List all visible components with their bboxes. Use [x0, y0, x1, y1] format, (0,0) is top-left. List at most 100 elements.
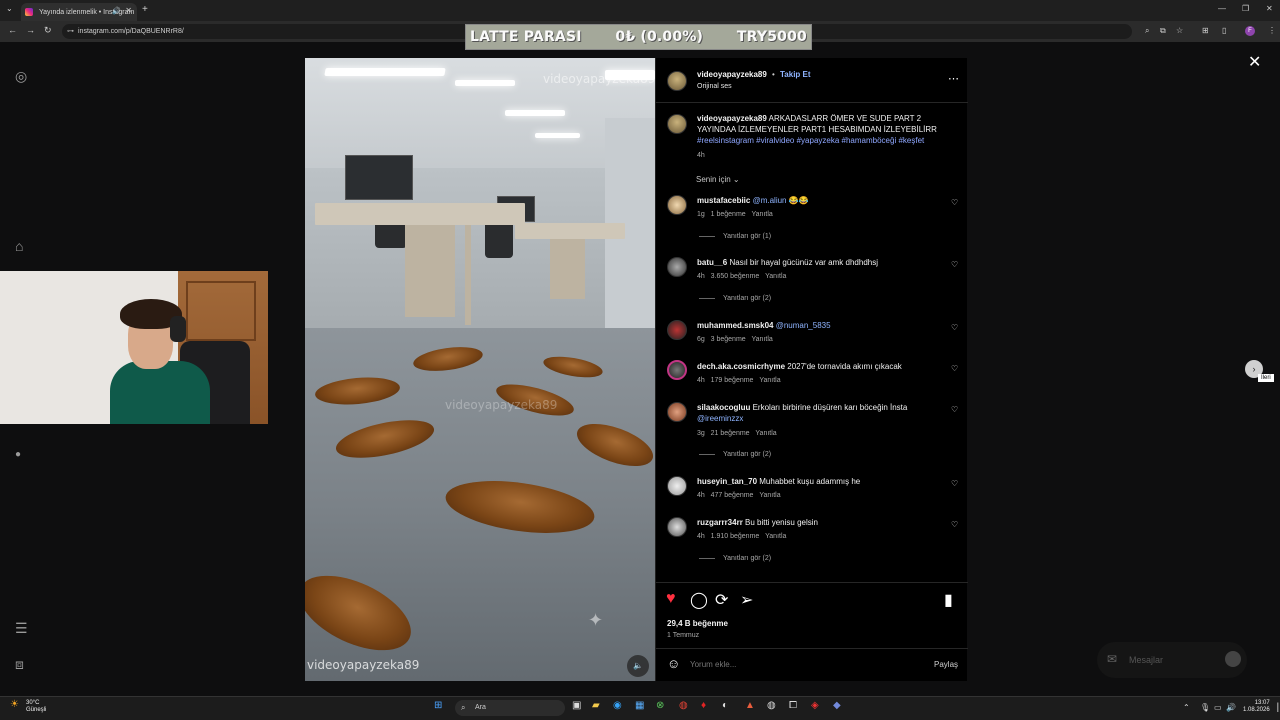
new-tab-button[interactable]: +	[142, 4, 148, 15]
comment-likes[interactable]: 3.650 beğenme	[711, 273, 760, 280]
close-post-icon[interactable]: ✕	[1248, 52, 1261, 72]
back-icon[interactable]: ←	[8, 25, 17, 35]
messages-widget[interactable]: ✉ Mesajlar	[1097, 642, 1247, 678]
notifications-icon[interactable]: ▕	[1272, 703, 1278, 712]
tab-list-icon[interactable]: ⌄	[6, 4, 13, 13]
home-icon[interactable]: ⌂	[15, 238, 23, 254]
save-bookmark-icon[interactable]: ▮	[944, 590, 953, 610]
view-replies-button[interactable]: Yanıtları gör (2)	[699, 451, 771, 458]
comment-like-icon[interactable]: ♡	[951, 520, 958, 529]
emoji-icon[interactable]: ☺	[667, 656, 680, 671]
comment-like-icon[interactable]: ♡	[951, 323, 958, 332]
task-view-icon[interactable]: ▣	[572, 700, 581, 711]
browser-tab[interactable]: Yayında izlenmelik • Instagram 🔊 ✕	[21, 3, 137, 21]
like-heart-icon[interactable]: ♥	[666, 590, 676, 608]
comment-mention[interactable]: @m.aliun	[753, 196, 787, 205]
xbox-icon[interactable]: ⊗	[656, 700, 664, 711]
audio-icon[interactable]: 🔊	[112, 7, 121, 15]
caption-avatar[interactable]	[667, 114, 687, 134]
tray-chevron-icon[interactable]: ⌃	[1183, 703, 1190, 712]
reel-video[interactable]: videoyapayzeka89 videoyapayzeka89 videoy…	[305, 58, 655, 681]
comment-like-icon[interactable]: ♡	[951, 364, 958, 373]
profile-avatar[interactable]: F	[1245, 26, 1255, 36]
capture-icon[interactable]: ⧠	[789, 700, 797, 711]
weather-widget[interactable]: 30°C Güneşli	[26, 700, 46, 714]
comment-like-icon[interactable]: ♡	[951, 479, 958, 488]
view-replies-button[interactable]: Yanıtları gör (1)	[699, 233, 771, 240]
app-icon[interactable]: ♦	[701, 700, 706, 711]
comment-username[interactable]: ruzgarrr34rr	[697, 518, 743, 527]
comment-avatar[interactable]	[667, 476, 687, 496]
zoom-icon[interactable]: ⌕	[1145, 26, 1149, 36]
follow-button[interactable]: Takip Et	[780, 70, 811, 79]
comment-sort-dropdown[interactable]: Senin için ⌄	[696, 175, 740, 184]
audio-label[interactable]: Orijinal ses	[697, 83, 732, 90]
comment-likes[interactable]: 1 beğenme	[711, 211, 746, 218]
mic-icon[interactable]: 🎙	[1200, 703, 1210, 712]
comment-likes[interactable]: 477 beğenme	[711, 492, 754, 499]
more-menu-icon[interactable]: ☰	[15, 620, 28, 637]
reply-button[interactable]: Yanıtla	[759, 377, 780, 384]
view-replies-button[interactable]: Yanıtları gör (2)	[699, 555, 771, 562]
chrome-alt-icon[interactable]: ◍	[767, 700, 776, 711]
network-icon[interactable]: ▭	[1214, 703, 1222, 712]
comment-likes[interactable]: 179 beğenme	[711, 377, 754, 384]
view-replies-button[interactable]: Yanıtları gör (2)	[699, 295, 771, 302]
comment-likes[interactable]: 1.910 beğenme	[711, 533, 760, 540]
maximize-icon[interactable]: ❐	[1242, 4, 1249, 13]
comment-likes[interactable]: 21 beğenme	[711, 430, 750, 437]
extensions-icon[interactable]: ⊞	[1202, 26, 1209, 35]
share-paper-plane-icon[interactable]: ➢	[740, 590, 753, 610]
comment-mention[interactable]: @numan_5835	[776, 321, 831, 330]
chrome-icon[interactable]: ◍	[679, 700, 688, 711]
browser-menu-icon[interactable]: ⋮	[1268, 26, 1276, 35]
profile-icon[interactable]: ●	[15, 449, 21, 460]
reload-icon[interactable]: ↻	[44, 25, 52, 36]
comment-bubble-icon[interactable]: ◯	[690, 590, 708, 610]
caption-hashtags[interactable]: #reelsinstagram #viralvideo #yapayzeka #…	[697, 136, 924, 145]
close-tab-icon[interactable]: ✕	[125, 6, 132, 15]
also-from-meta-icon[interactable]: ⧈	[15, 656, 24, 673]
instagram-logo-icon[interactable]: ◎	[15, 68, 27, 85]
comment-username[interactable]: muhammed.smsk04	[697, 321, 773, 330]
comment-avatar[interactable]	[667, 195, 687, 215]
author-avatar[interactable]	[667, 71, 687, 91]
volume-icon[interactable]: 🔊	[1226, 703, 1236, 712]
comment-username[interactable]: dech.aka.cosmicrhyme	[697, 362, 785, 371]
more-options-icon[interactable]: ⋯	[948, 72, 959, 85]
comment-avatar[interactable]	[667, 360, 687, 380]
steam-icon[interactable]: ◐	[722, 700, 728, 711]
post-comment-button[interactable]: Paylaş	[934, 660, 958, 669]
bookmark-star-icon[interactable]: ☆	[1176, 26, 1183, 35]
comment-like-icon[interactable]: ♡	[951, 260, 958, 269]
reply-button[interactable]: Yanıtla	[752, 336, 773, 343]
comment-likes[interactable]: 3 beğenme	[711, 336, 746, 343]
site-info-icon[interactable]: ⊶	[67, 24, 74, 39]
start-icon[interactable]: ⊞	[434, 700, 442, 711]
reply-button[interactable]: Yanıtla	[755, 430, 776, 437]
reply-button[interactable]: Yanıtla	[765, 533, 786, 540]
close-window-icon[interactable]: ✕	[1266, 4, 1273, 13]
app-icon[interactable]: ▲	[745, 700, 755, 711]
author-username[interactable]: videoyapayzeka89	[697, 70, 767, 79]
comment-username[interactable]: silaakocogluu	[697, 403, 750, 412]
comment-avatar[interactable]	[667, 257, 687, 277]
audio-toggle-button[interactable]: 🔈	[627, 655, 649, 677]
likes-count[interactable]: 29,4 B beğenme	[667, 619, 728, 628]
forward-icon[interactable]: →	[26, 25, 35, 35]
weather-icon[interactable]: ☀	[10, 699, 19, 710]
comment-avatar[interactable]	[667, 517, 687, 537]
caption-username[interactable]: videoyapayzeka89	[697, 114, 767, 123]
reply-button[interactable]: Yanıtla	[752, 211, 773, 218]
store-icon[interactable]: ▦	[635, 700, 644, 711]
comment-input[interactable]	[690, 657, 920, 671]
comment-like-icon[interactable]: ♡	[951, 405, 958, 414]
comment-username[interactable]: huseyin_tan_70	[697, 477, 757, 486]
split-view-icon[interactable]: ▯	[1222, 26, 1226, 35]
comment-username[interactable]: batu__6	[697, 258, 727, 267]
minimize-icon[interactable]: —	[1218, 4, 1226, 13]
comment-avatar[interactable]	[667, 402, 687, 422]
taskbar-clock[interactable]: 13:07 1.08.2026	[1243, 700, 1270, 714]
install-app-icon[interactable]: ⧉	[1160, 26, 1166, 36]
comment-avatar[interactable]	[667, 320, 687, 340]
